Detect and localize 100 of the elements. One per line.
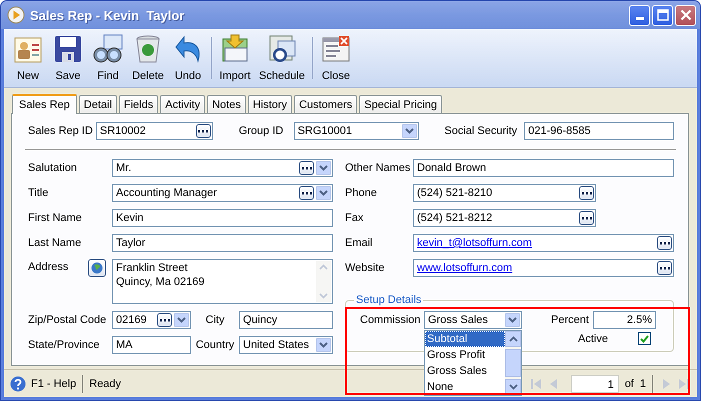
field-label: City: [204, 314, 226, 326]
toolbar-button[interactable]: Save: [48, 29, 88, 87]
browse-button[interactable]: [657, 261, 672, 275]
field-label: First Name: [28, 212, 83, 224]
browse-button[interactable]: [579, 186, 594, 200]
field-label: Sales Rep ID: [28, 125, 94, 137]
link-field[interactable]: kevin_t@lotsoffurn.com: [413, 234, 674, 252]
chevron-down-icon: [177, 317, 186, 323]
minimize-button[interactable]: [629, 4, 650, 26]
dropdown-button[interactable]: [316, 338, 331, 352]
text-field[interactable]: 021-96-8585: [524, 122, 674, 140]
tab[interactable]: Notes: [207, 95, 246, 113]
tab[interactable]: Sales Rep: [12, 94, 77, 114]
tab[interactable]: History: [248, 95, 292, 113]
dropdown-button[interactable]: [316, 161, 331, 175]
browse-button[interactable]: [299, 186, 314, 200]
text-field[interactable]: MA: [112, 336, 191, 354]
ellipsis-icon: [582, 192, 592, 194]
field-label: Other Names: [345, 162, 412, 174]
dropdown-field[interactable]: SRG10001: [294, 122, 420, 140]
ellipsis-icon: [302, 166, 312, 170]
dropdown-button[interactable]: [174, 313, 189, 327]
toolbar-button[interactable]: Close: [316, 29, 356, 87]
maximize-button[interactable]: [652, 4, 673, 26]
help-icon: [10, 376, 26, 392]
toolbar-button[interactable]: New: [8, 29, 48, 87]
close-button[interactable]: [675, 4, 696, 26]
field-label: Active: [578, 332, 608, 344]
field-label: Percent: [551, 314, 590, 326]
toolbar-button[interactable]: Import: [215, 29, 255, 87]
text-field[interactable]: Kevin: [112, 209, 333, 227]
ellipsis-icon: [198, 130, 208, 132]
field-label: Title: [28, 187, 50, 199]
help-button[interactable]: F1 - Help: [10, 376, 76, 392]
dropdown-field[interactable]: Mr.: [112, 159, 333, 177]
toolbar-button[interactable]: Schedule: [255, 29, 309, 87]
chevron-down-icon: [319, 190, 328, 196]
page-field[interactable]: 1: [570, 374, 619, 392]
text-field[interactable]: Donald Brown: [413, 159, 674, 177]
text-area[interactable]: Franklin Street Quincy, Ma 02169: [112, 259, 333, 304]
browse-button[interactable]: [657, 236, 672, 250]
link[interactable]: www.lotsoffurn.com: [417, 262, 512, 274]
tab[interactable]: Activity: [160, 95, 206, 113]
lookup-field[interactable]: (524) 521-8212: [413, 209, 596, 227]
text-field[interactable]: Taylor: [112, 234, 333, 252]
dropdown-field[interactable]: Accounting Manager: [112, 184, 333, 202]
dropdown-option[interactable]: Gross Profit: [425, 346, 505, 362]
field-label: Country: [194, 339, 236, 351]
dropdown-field[interactable]: 02169: [112, 311, 191, 329]
field-label: Website: [345, 262, 386, 274]
dropdown-option[interactable]: Subtotal: [425, 330, 505, 346]
scroll-bar[interactable]: [505, 330, 521, 394]
tab[interactable]: Detail: [78, 95, 117, 113]
page-total: 1: [640, 378, 646, 390]
window-title: Sales Rep - Kevin Taylor: [30, 8, 184, 22]
browse-button[interactable]: [579, 211, 594, 225]
dropdown-option[interactable]: Gross Sales: [425, 362, 505, 378]
tab[interactable]: Fields: [118, 95, 158, 113]
tab[interactable]: Special Pricing: [359, 95, 442, 113]
map-button[interactable]: [88, 259, 106, 277]
scroll-bar[interactable]: [316, 261, 331, 302]
field-label: Group ID: [238, 125, 284, 137]
browse-button[interactable]: [157, 313, 172, 327]
lookup-field[interactable]: (524) 521-8210: [413, 184, 596, 202]
field-label: Social Security: [444, 125, 518, 137]
browse-button[interactable]: [196, 124, 211, 138]
lookup-field[interactable]: SR10002: [96, 122, 213, 140]
chevron-down-icon: [319, 342, 328, 348]
field-label: Phone: [345, 187, 378, 199]
checkbox[interactable]: [638, 332, 651, 345]
dropdown-button[interactable]: [316, 186, 331, 200]
previous-page-icon: [548, 378, 557, 390]
toolbar-button[interactable]: Undo: [168, 29, 208, 87]
text-field[interactable]: Quincy: [239, 311, 333, 329]
globe-icon: [91, 262, 103, 274]
number-field[interactable]: 2.5%: [593, 310, 656, 328]
tab[interactable]: Customers: [294, 95, 358, 113]
app-icon: [7, 6, 25, 24]
toolbar-button[interactable]: Find: [88, 29, 128, 87]
dropdown-button[interactable]: [505, 312, 520, 326]
dropdown-button[interactable]: [402, 124, 418, 138]
next-page-icon: [663, 378, 671, 390]
ellipsis-icon: [160, 318, 170, 322]
field-label: Zip/Postal Code: [28, 314, 108, 326]
browse-button[interactable]: [299, 161, 314, 175]
dropdown-option[interactable]: None: [425, 378, 505, 394]
link[interactable]: kevin_t@lotsoffurn.com: [417, 237, 532, 249]
field-label: Email: [345, 237, 374, 249]
toolbar-button[interactable]: Delete: [128, 29, 168, 87]
last-page-icon: [679, 378, 689, 390]
field-label: Address: [28, 261, 70, 273]
dropdown-field[interactable]: United States: [239, 336, 333, 354]
ellipsis-icon: [660, 242, 670, 244]
field-label: Last Name: [28, 237, 82, 249]
field-label: Fax: [345, 212, 364, 224]
link-field[interactable]: www.lotsoffurn.com: [413, 259, 674, 277]
dropdown-field[interactable]: Gross Sales: [424, 310, 522, 328]
first-page-icon: [530, 378, 541, 390]
chevron-down-icon: [405, 128, 414, 134]
close-icon: [680, 9, 692, 21]
